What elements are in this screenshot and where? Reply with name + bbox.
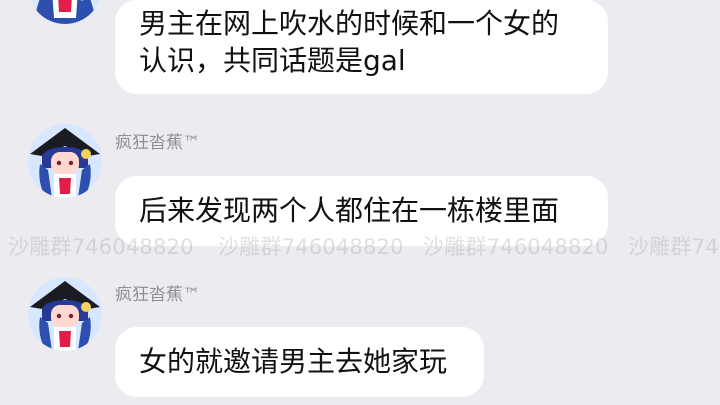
sender-name[interactable]: 疯狂沓蕉™: [115, 133, 200, 153]
message-bubble[interactable]: 女的就邀请男主去她家玩: [115, 327, 484, 397]
chat-view: 男主在网上吹水的时候和一个女的 认识，共同话题是gal 疯狂沓蕉™ 后来发现两个…: [0, 0, 720, 405]
avatar[interactable]: [28, 277, 102, 351]
message-bubble[interactable]: 后来发现两个人都住在一栋楼里面: [115, 176, 608, 246]
message-text-line: 后来发现两个人都住在一栋楼里面: [139, 194, 560, 227]
message-text-line: 男主在网上吹水的时候和一个女的: [139, 7, 560, 40]
anime-avatar-icon: [28, 277, 102, 351]
watermark-text: 沙雕群746048820: [628, 235, 720, 259]
message-bubble[interactable]: 男主在网上吹水的时候和一个女的 认识，共同话题是gal: [115, 0, 608, 94]
avatar[interactable]: [28, 0, 102, 24]
avatar[interactable]: [28, 124, 102, 198]
anime-avatar-icon: [28, 124, 102, 198]
message-text-line: 女的就邀请男主去她家玩: [139, 345, 448, 378]
sender-name[interactable]: 疯狂沓蕉™: [115, 285, 200, 305]
message-text-line: 认识，共同话题是gal: [139, 44, 406, 77]
anime-avatar-icon: [28, 0, 102, 24]
